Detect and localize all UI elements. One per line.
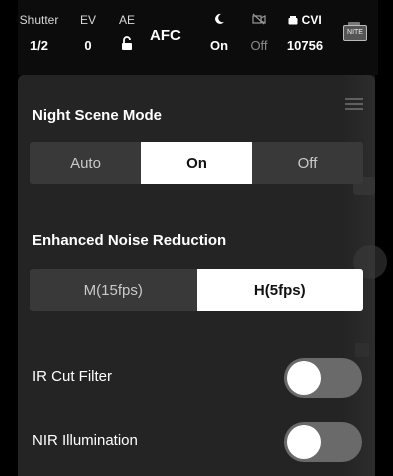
night-settings-panel: Night Scene Mode Auto On Off Enhanced No… bbox=[18, 75, 387, 476]
toggle-knob bbox=[287, 425, 321, 459]
shutter-indicator[interactable]: Shutter 1/2 bbox=[18, 13, 60, 54]
battery-icon: NITE bbox=[343, 22, 367, 41]
camera-off-icon bbox=[244, 13, 274, 27]
ae-lock-indicator[interactable]: AE bbox=[112, 13, 142, 51]
night-mode-value: On bbox=[209, 38, 229, 53]
shutter-value: 1/2 bbox=[29, 38, 49, 53]
noise-reduction-selector: M(15fps) H(5fps) bbox=[30, 269, 363, 311]
camera-mode-indicator[interactable]: Off bbox=[244, 13, 274, 54]
ev-value: 0 bbox=[84, 38, 92, 53]
night-scene-option-off[interactable]: Off bbox=[252, 142, 363, 184]
ev-indicator[interactable]: EV 0 bbox=[73, 13, 103, 54]
ir-cut-filter-toggle[interactable] bbox=[284, 358, 362, 398]
ir-cut-filter-label: IR Cut Filter bbox=[32, 368, 113, 385]
shutter-label: Shutter bbox=[19, 13, 59, 27]
nir-illumination-toggle[interactable] bbox=[284, 422, 362, 462]
noise-reduction-option-h[interactable]: H(5fps) bbox=[196, 269, 363, 311]
ev-label: EV bbox=[79, 13, 96, 27]
night-scene-option-auto[interactable]: Auto bbox=[30, 142, 141, 184]
storage-icon bbox=[288, 16, 298, 25]
menu-icon bbox=[345, 97, 363, 116]
night-scene-mode-selector: Auto On Off bbox=[30, 142, 363, 184]
night-mode-indicator[interactable]: On bbox=[204, 13, 234, 54]
cvi-value: 10756 bbox=[286, 38, 324, 53]
camera-status-bar: Shutter 1/2 EV 0 AE AFC On Off CVI 10756… bbox=[18, 0, 378, 75]
camera-mode-value: Off bbox=[250, 38, 268, 53]
toggle-knob bbox=[287, 361, 321, 395]
focus-mode-indicator[interactable]: AFC bbox=[150, 27, 181, 44]
night-scene-option-on[interactable]: On bbox=[141, 142, 252, 184]
noise-reduction-option-m[interactable]: M(15fps) bbox=[30, 269, 197, 311]
ae-label: AE bbox=[118, 13, 135, 27]
battery-text: NITE bbox=[347, 29, 363, 36]
playback-icon bbox=[355, 343, 369, 357]
nir-illumination-label: NIR Illumination bbox=[32, 432, 138, 449]
cvi-label: CVI bbox=[301, 13, 322, 27]
cvi-indicator[interactable]: CVI 10756 bbox=[280, 13, 330, 54]
lock-open-icon bbox=[112, 36, 142, 51]
moon-icon bbox=[204, 13, 234, 27]
noise-reduction-title: Enhanced Noise Reduction bbox=[32, 232, 227, 249]
night-scene-mode-title: Night Scene Mode bbox=[32, 107, 163, 124]
